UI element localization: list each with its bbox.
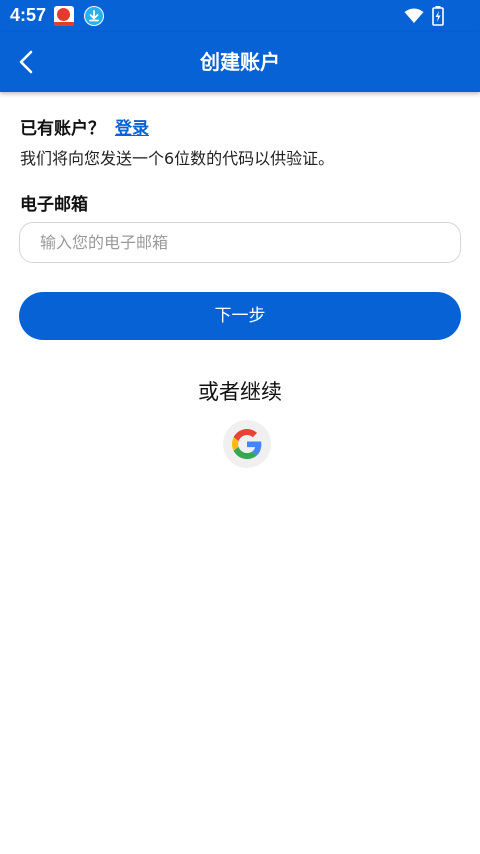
- status-bar: 4:57: [0, 0, 480, 32]
- battery-charging-icon: [432, 6, 444, 26]
- have-account-label: 已有账户？: [20, 119, 105, 139]
- app-bar: 创建账户: [0, 32, 480, 92]
- wifi-icon: [404, 8, 424, 23]
- login-link[interactable]: 登录: [115, 114, 149, 139]
- email-label: 电子邮箱: [20, 195, 88, 215]
- next-button[interactable]: 下一步: [19, 292, 461, 340]
- google-signin-button[interactable]: [223, 420, 271, 468]
- or-continue-label: 或者继续: [198, 380, 282, 404]
- app-notification-icon: [54, 6, 74, 26]
- status-time: 4:57: [10, 5, 47, 25]
- email-input[interactable]: [19, 222, 461, 263]
- download-icon: [84, 6, 104, 26]
- verification-info-text: 我们将向您发送一个6位数的代码以供验证。: [20, 149, 335, 168]
- page-title: 创建账户: [200, 50, 280, 74]
- google-icon: [232, 429, 262, 459]
